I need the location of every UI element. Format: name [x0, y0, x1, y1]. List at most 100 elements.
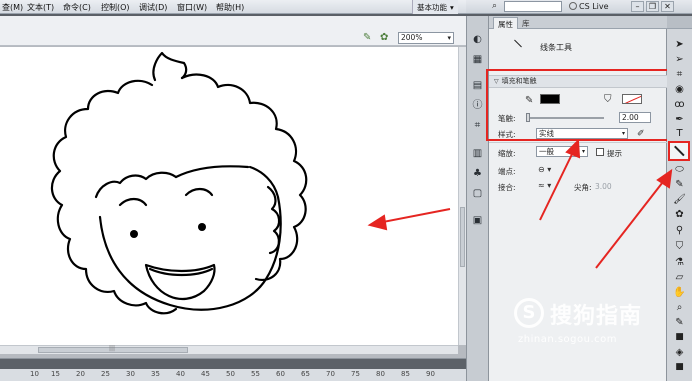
zoom-tool-icon[interactable]: ⌕	[672, 301, 687, 314]
oval-tool-icon[interactable]: ⬭	[672, 163, 687, 176]
hand-tool-icon[interactable]: ✋	[672, 286, 687, 299]
cs-live-button[interactable]: CS Live	[569, 2, 609, 11]
eyedropper-tool-icon[interactable]: ⚗	[672, 256, 687, 269]
components-panel-icon[interactable]: ♣	[471, 168, 484, 180]
bone-tool-icon[interactable]: ⚲	[672, 224, 687, 237]
lasso-tool-icon[interactable]: ꝏ	[672, 98, 687, 111]
menu-item-text[interactable]: 文本(T)	[27, 2, 54, 13]
vertical-scrollbar[interactable]	[458, 47, 466, 345]
restore-button[interactable]: ❐	[646, 1, 659, 12]
hint-checkbox[interactable]	[596, 148, 604, 156]
watermark-url: zhinan.sogou.com	[518, 334, 618, 345]
timeline-tick: 70	[326, 370, 335, 378]
minimize-button[interactable]: –	[631, 1, 644, 12]
transform-panel-icon[interactable]: ⌗	[471, 120, 484, 132]
timeline-tick: 60	[276, 370, 285, 378]
3d-rotation-tool-icon[interactable]: ◉	[672, 83, 687, 96]
cs-live-icon	[569, 2, 577, 10]
menu-bar: 查(M) 文本(T) 命令(C) 控制(O) 调试(D) 窗口(W) 帮助(H)…	[0, 0, 466, 14]
subselection-tool-icon[interactable]: ➢	[672, 53, 687, 66]
cap-label: 端点:	[498, 167, 516, 176]
free-transform-tool-icon[interactable]: ⌗	[672, 68, 687, 81]
timeline-tick: 20	[76, 370, 85, 378]
top-right-bar: ⌕ CS Live – ❐ ✕	[466, 0, 692, 14]
stroke-color-tool-icon[interactable]: ✎	[672, 316, 687, 329]
face-side	[174, 165, 250, 179]
align-panel-icon[interactable]: ▤	[471, 80, 484, 92]
watermark: S 搜狗指南 zhinan.sogou.com	[514, 290, 664, 350]
hair-outline	[50, 79, 178, 315]
fill-color-tool-icon[interactable]: ◈	[672, 346, 687, 359]
timeline-tick: 45	[201, 370, 210, 378]
right-eyebrow	[184, 187, 214, 197]
text-tool-icon[interactable]: T	[672, 127, 687, 140]
info-panel-icon[interactable]: ⓘ	[471, 100, 484, 112]
tab-properties[interactable]: 属性	[493, 17, 518, 29]
close-button[interactable]: ✕	[661, 1, 674, 12]
color-panel-icon[interactable]: ◐	[471, 34, 484, 46]
menu-item-view[interactable]: 查(M)	[2, 2, 23, 13]
mouth	[144, 263, 216, 301]
scale-label: 缩放:	[498, 149, 516, 158]
timeline-ruler[interactable]: 10 15 20 25 30 35 40 45 50 55 60 65 70 7…	[0, 358, 466, 381]
timeline-tick: 90	[426, 370, 435, 378]
chevron-down-icon: ▾	[581, 148, 585, 155]
horizontal-scrollbar[interactable]: |||	[0, 345, 458, 354]
fill-color-box[interactable]: ■	[672, 361, 687, 374]
brush-tool-icon[interactable]: 🖌	[672, 193, 687, 206]
eraser-tool-icon[interactable]: ▱	[672, 271, 687, 284]
line-tool-glyph	[674, 145, 685, 156]
motion-presets-icon[interactable]: ▥	[471, 148, 484, 160]
menu-item-help[interactable]: 帮助(H)	[216, 2, 244, 13]
timeline-tick: 55	[251, 370, 260, 378]
stage-canvas[interactable]	[0, 47, 458, 345]
pen-tool-icon[interactable]: ✒	[672, 113, 687, 126]
timeline-tick: 35	[151, 370, 160, 378]
edit-symbol-icon[interactable]: ✿	[380, 32, 388, 43]
zoom-select[interactable]: 200% ▾	[398, 32, 454, 44]
workspace-switcher[interactable]: 基本功能 ▾	[412, 0, 458, 14]
panel-tabs: 属性 库	[489, 16, 667, 29]
paint-bucket-tool-icon[interactable]: ⛉	[672, 240, 687, 253]
tab-library[interactable]: 库	[518, 17, 534, 29]
cartoon-face-drawing	[50, 51, 308, 315]
movie-explorer-icon[interactable]: ▣	[471, 215, 484, 227]
menu-item-window[interactable]: 窗口(W)	[177, 2, 207, 13]
edit-scene-icon[interactable]: ✎	[363, 32, 371, 43]
workspace-label: 基本功能	[417, 3, 447, 12]
menu-item-commands[interactable]: 命令(C)	[63, 2, 91, 13]
search-input[interactable]	[504, 1, 562, 12]
vertical-scroll-thumb[interactable]	[460, 207, 465, 267]
horizontal-scroll-thumb[interactable]: |||	[38, 345, 188, 353]
menu-item-control[interactable]: 控制(O)	[101, 2, 130, 13]
stroke-color-box[interactable]: ■	[672, 331, 687, 344]
miter-value[interactable]: 3.00	[595, 182, 612, 191]
hint-label: 提示	[607, 149, 622, 158]
timeline-tick: 50	[226, 370, 235, 378]
edit-bar: ✎ ✿ 200% ▾	[0, 16, 466, 46]
watermark-text: 搜狗指南	[550, 304, 643, 329]
scale-value: 一般	[539, 147, 554, 156]
divider	[489, 142, 667, 143]
timeline-tick: 10	[30, 370, 39, 378]
hair-fringe	[94, 171, 178, 199]
join-style-select[interactable]: ≈ ▾	[538, 181, 551, 190]
hair-outline-right	[180, 73, 308, 281]
tools-panel: ➤ ➢ ⌗ ◉ ꝏ ✒ T ⬭ ✎ 🖌 ✿ ⚲ ⛉ ⚗ ▱ ✋ ⌕ ✎ ■ ◈ …	[667, 16, 692, 381]
highlight-box	[486, 69, 671, 141]
selection-tool-icon[interactable]: ➤	[672, 38, 687, 51]
scroll-grip-icon: |||	[109, 345, 116, 352]
deco-tool-icon[interactable]: ✿	[672, 208, 687, 221]
left-eyebrow	[118, 197, 148, 207]
chevron-down-icon: ▾	[447, 34, 451, 42]
menu-item-debug[interactable]: 调试(D)	[139, 2, 167, 13]
swatches-panel-icon[interactable]: ▦	[471, 54, 484, 66]
scale-select[interactable]: 一般 ▾	[536, 146, 588, 157]
tools-header	[667, 16, 692, 29]
line-tool-button[interactable]	[668, 141, 690, 161]
pencil-tool-icon[interactable]: ✎	[672, 178, 687, 191]
cs-live-label: CS Live	[579, 2, 609, 11]
tool-name: 线条工具	[540, 43, 572, 52]
history-panel-icon[interactable]: ▢	[471, 188, 484, 200]
cap-style-select[interactable]: ⊖ ▾	[538, 165, 551, 174]
